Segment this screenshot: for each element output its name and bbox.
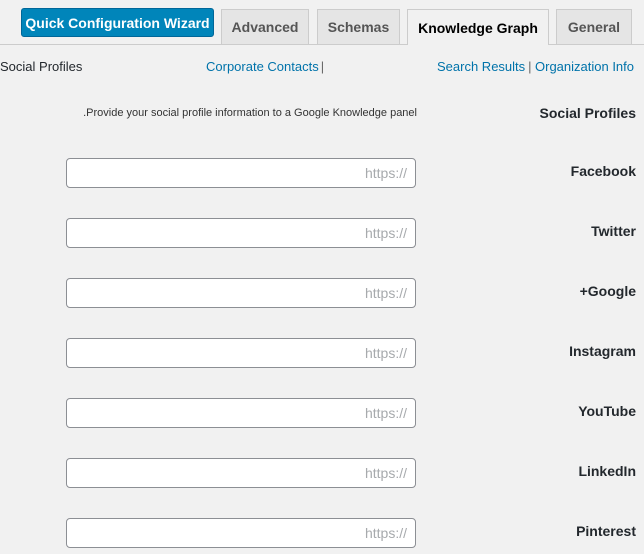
facebook-label: Facebook: [570, 163, 636, 179]
linkedin-label: LinkedIn: [578, 463, 636, 479]
youtube-label: YouTube: [578, 403, 636, 419]
tab-schemas[interactable]: Schemas: [317, 9, 400, 44]
twitter-url-input[interactable]: [66, 218, 416, 248]
linkedin-url-input[interactable]: [66, 458, 416, 488]
instagram-url-input[interactable]: [66, 338, 416, 368]
subnav-social-profiles-current[interactable]: Social Profiles: [0, 55, 82, 77]
facebook-url-input[interactable]: [66, 158, 416, 188]
subnav-search-results-link[interactable]: Search Results: [437, 59, 525, 74]
tab-knowledge-graph[interactable]: Knowledge Graph: [407, 9, 549, 45]
subnav-separator: |: [528, 58, 532, 74]
pinterest-label: Pinterest: [576, 523, 636, 539]
google-plus-label: +Google: [579, 283, 636, 299]
twitter-label: Twitter: [591, 223, 636, 239]
subnav-corporate-contacts-link[interactable]: Corporate Contacts: [206, 59, 319, 74]
section-title: Social Profiles: [539, 105, 636, 121]
pinterest-url-input[interactable]: [66, 518, 416, 548]
google-plus-url-input[interactable]: [66, 278, 416, 308]
instagram-label: Instagram: [569, 343, 636, 359]
youtube-url-input[interactable]: [66, 398, 416, 428]
tab-advanced[interactable]: Advanced: [221, 9, 309, 44]
quick-configuration-wizard-button[interactable]: Quick Configuration Wizard: [21, 8, 214, 37]
subnav-separator: |: [320, 58, 325, 74]
subnav-organization-info-link[interactable]: Organization Info: [535, 59, 634, 74]
section-description: .Provide your social profile information…: [83, 107, 417, 119]
tab-bar: Quick Configuration Wizard Advanced Sche…: [0, 0, 644, 45]
tab-general[interactable]: General: [556, 9, 632, 44]
